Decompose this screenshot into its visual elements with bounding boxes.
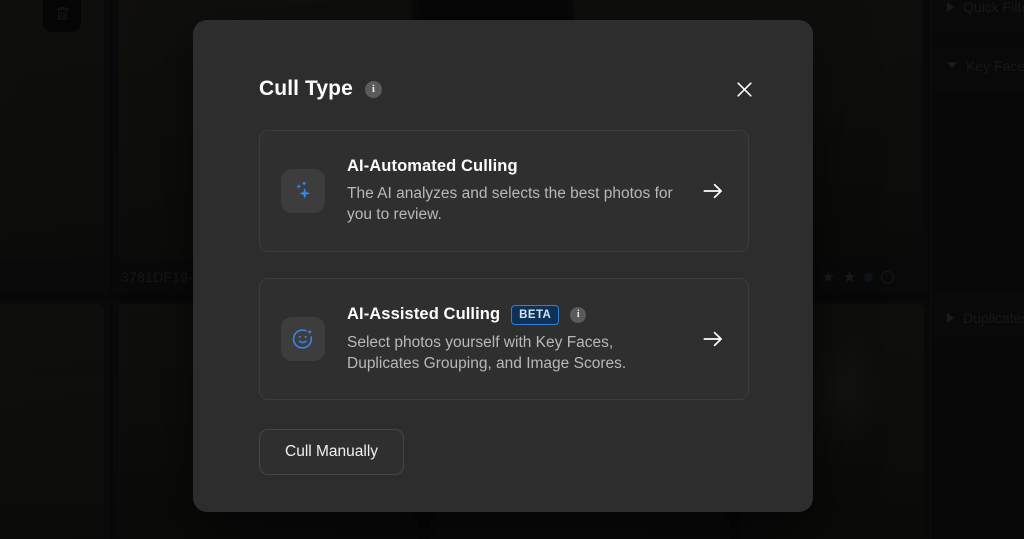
- info-icon[interactable]: i: [365, 81, 382, 98]
- close-button[interactable]: [731, 76, 757, 102]
- option-title: AI-Assisted Culling: [347, 305, 500, 324]
- option-title-row: AI-Assisted Culling BETA i: [347, 305, 688, 325]
- modal-header: Cull Type i: [259, 72, 757, 106]
- modal-title-group: Cull Type i: [259, 77, 382, 101]
- option-text: AI-Assisted Culling BETA i Select photos…: [325, 305, 698, 374]
- smiley-sparkle-icon: [290, 326, 316, 352]
- arrow-right-icon: [700, 326, 726, 352]
- option-title: AI-Automated Culling: [347, 157, 518, 176]
- info-icon[interactable]: i: [570, 307, 586, 323]
- option-arrow-button[interactable]: [698, 324, 728, 354]
- cull-option-ai-automated[interactable]: AI-Automated Culling The AI analyzes and…: [259, 130, 749, 252]
- option-arrow-button[interactable]: [698, 176, 728, 206]
- app-root: ★ ★ 3781DF19-: [0, 0, 1024, 539]
- option-text: AI-Automated Culling The AI analyzes and…: [325, 157, 698, 225]
- page-title: Cull Type: [259, 77, 353, 101]
- cull-option-ai-assisted[interactable]: AI-Assisted Culling BETA i Select photos…: [259, 278, 749, 400]
- cull-option-list: AI-Automated Culling The AI analyzes and…: [259, 130, 749, 400]
- option-title-row: AI-Automated Culling: [347, 157, 688, 176]
- cull-type-modal: Cull Type i: [193, 20, 813, 512]
- arrow-right-icon: [700, 178, 726, 204]
- close-icon: [735, 80, 754, 99]
- option-description: Select photos yourself with Key Faces, D…: [347, 332, 677, 374]
- option-icon-container: [281, 169, 325, 213]
- status-badge: BETA: [511, 305, 559, 325]
- cull-manually-button[interactable]: Cull Manually: [259, 429, 404, 475]
- sparkles-icon: [290, 178, 316, 204]
- option-icon-container: [281, 317, 325, 361]
- option-description: The AI analyzes and selects the best pho…: [347, 183, 677, 225]
